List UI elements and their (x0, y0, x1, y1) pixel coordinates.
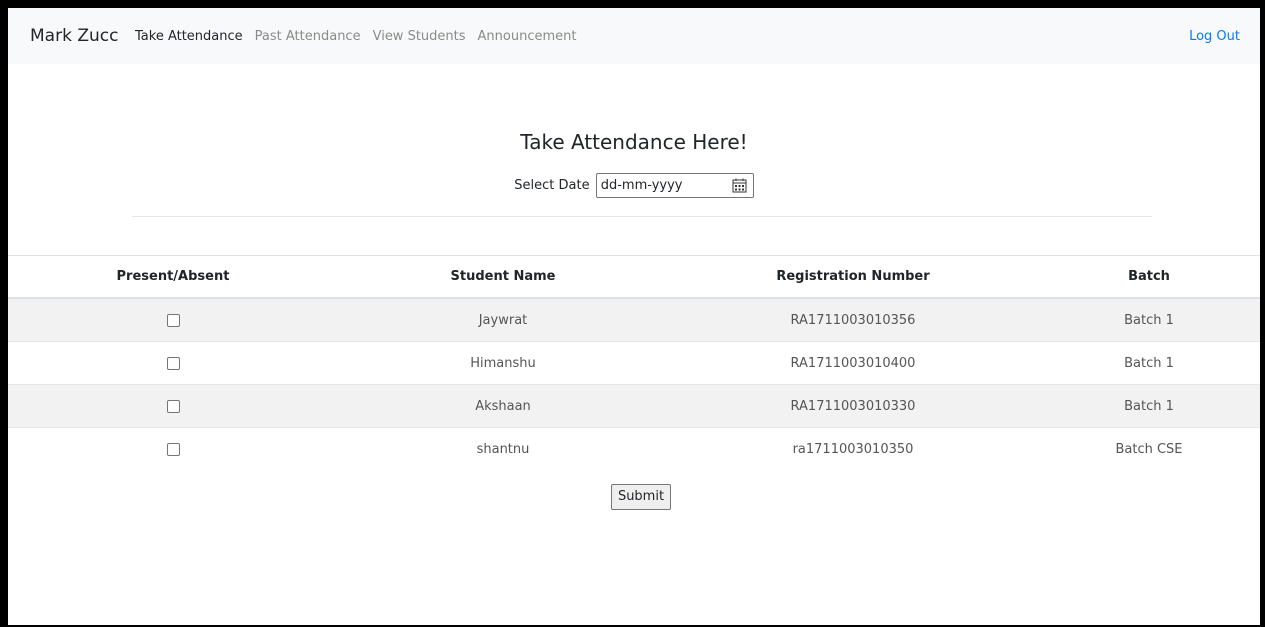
present-cell (8, 384, 338, 428)
nav-past-attendance[interactable]: Past Attendance (255, 29, 361, 44)
header-registration-number: Registration Number (668, 255, 1038, 299)
batch: Batch CSE (1038, 427, 1260, 470)
present-checkbox[interactable] (166, 356, 180, 370)
student-name: Akshaan (338, 384, 668, 428)
submit-button[interactable]: Submit (611, 484, 671, 510)
page-title: Take Attendance Here! (520, 130, 748, 154)
present-cell (8, 427, 338, 470)
registration-number: RA1711003010330 (668, 384, 1038, 428)
brand-link[interactable]: Mark Zucc (30, 26, 118, 46)
attendance-table: Present/Absent Student Name Registration… (8, 255, 1260, 470)
date-input[interactable]: dd-mm-yyyy (595, 173, 754, 198)
present-cell (8, 341, 338, 385)
nav-view-students[interactable]: View Students (373, 29, 466, 44)
registration-number: RA1711003010400 (668, 341, 1038, 385)
table-row: shantnu ra1711003010350 Batch CSE (8, 427, 1260, 470)
date-row: Select Date dd-mm-yyyy (8, 173, 1260, 198)
app-frame: Mark Zucc Take Attendance Past Attendanc… (8, 8, 1260, 625)
present-checkbox[interactable] (166, 399, 180, 413)
table-row: Himanshu RA1711003010400 Batch 1 (8, 341, 1260, 385)
batch: Batch 1 (1038, 341, 1260, 385)
nav-take-attendance[interactable]: Take Attendance (135, 29, 243, 44)
header-student-name: Student Name (338, 255, 668, 299)
calendar-icon[interactable] (732, 178, 747, 193)
table-header-row: Present/Absent Student Name Registration… (8, 255, 1260, 299)
nav-announcement[interactable]: Announcement (478, 29, 577, 44)
divider (132, 216, 1152, 217)
present-checkbox[interactable] (166, 313, 180, 327)
student-name: Jaywrat (338, 297, 668, 342)
student-name: Himanshu (338, 341, 668, 385)
navbar: Mark Zucc Take Attendance Past Attendanc… (8, 8, 1260, 64)
present-cell (8, 297, 338, 342)
nav-links: Take Attendance Past Attendance View Stu… (135, 29, 588, 44)
table-row: Jaywrat RA1711003010356 Batch 1 (8, 297, 1260, 342)
logout-link[interactable]: Log Out (1189, 29, 1240, 44)
date-label: Select Date (514, 178, 590, 193)
registration-number: ra1711003010350 (668, 427, 1038, 470)
header-present-absent: Present/Absent (8, 255, 338, 299)
date-placeholder: dd-mm-yyyy (600, 178, 683, 193)
header-batch: Batch (1038, 255, 1260, 299)
batch: Batch 1 (1038, 384, 1260, 428)
batch: Batch 1 (1038, 297, 1260, 342)
student-name: shantnu (338, 427, 668, 470)
present-checkbox[interactable] (166, 442, 180, 456)
registration-number: RA1711003010356 (668, 297, 1038, 342)
table-row: Akshaan RA1711003010330 Batch 1 (8, 384, 1260, 428)
